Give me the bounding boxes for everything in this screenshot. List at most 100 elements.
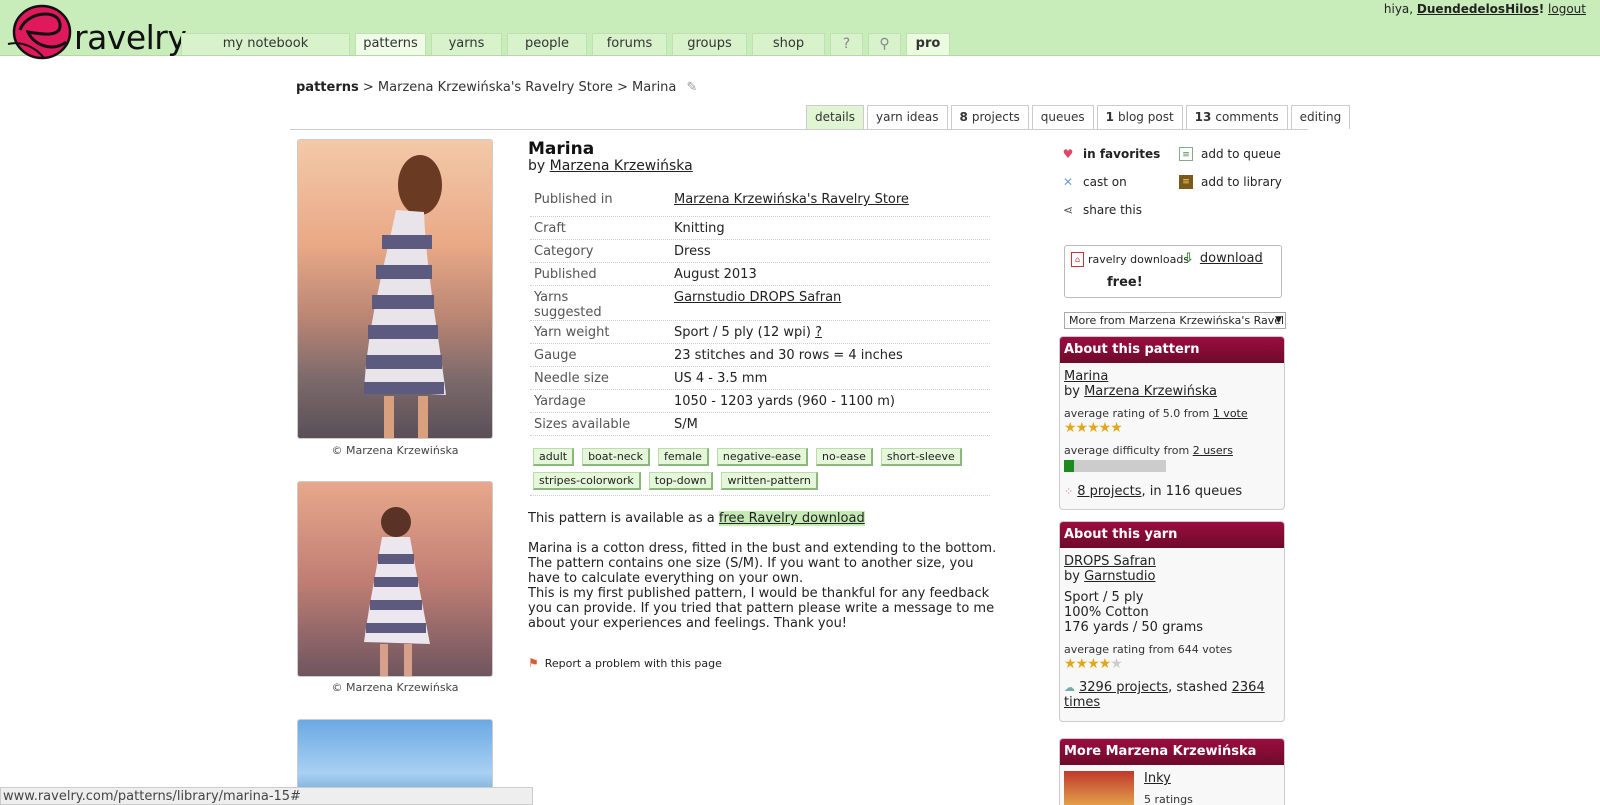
pattern-tags: adult boat-neck female negative-ease no-…: [533, 448, 988, 490]
detail-value-link[interactable]: Garnstudio DROPS Safran: [674, 290, 841, 305]
heart-icon: ♥: [1062, 147, 1074, 161]
yarn-projects: ☁ 3296 projects, stashed 2364 times: [1064, 680, 1280, 710]
tags-divider: [530, 495, 990, 496]
yarn-weight: Sport / 5 ply: [1064, 590, 1144, 605]
tag-adult[interactable]: adult: [533, 448, 575, 466]
description-line: This is my first published pattern, I wo…: [528, 586, 990, 601]
detail-value: 1050 - 1203 yards (960 - 1100 m): [674, 394, 895, 409]
detail-key: Sizes available: [534, 417, 631, 432]
tag-written-pattern[interactable]: written-pattern: [721, 472, 818, 490]
detail-key: Yardage: [534, 394, 586, 409]
pattern-photo-2[interactable]: [297, 481, 493, 677]
queues-text: , in 116 queues: [1141, 484, 1243, 499]
tag-female[interactable]: female: [657, 448, 709, 466]
logout-link[interactable]: logout: [1548, 2, 1586, 16]
breadcrumb-store[interactable]: Marzena Krzewińska's Ravelry Store: [378, 80, 613, 95]
ravelry-logo-icon: [7, 4, 72, 60]
tag-top-down[interactable]: top-down: [648, 472, 714, 490]
more-from-selected: More from Marzena Krzewińska's Ravelry S…: [1069, 314, 1285, 327]
tag-stripes-colorwork[interactable]: stripes-colorwork: [533, 472, 641, 490]
free-download-link[interactable]: free Ravelry download: [718, 511, 865, 526]
designer-link[interactable]: Marzena Krzewińska: [550, 158, 693, 174]
nav-forums[interactable]: forums: [592, 33, 667, 55]
nav-search[interactable]: ⚲: [868, 33, 901, 55]
detail-row: Published August 2013: [530, 263, 990, 286]
about-pattern-author[interactable]: Marzena Krzewińska: [1084, 384, 1217, 399]
yarn-name-link[interactable]: DROPS Safran: [1064, 554, 1280, 569]
tab-label: queues: [1040, 110, 1085, 124]
ravelry-logo[interactable]: ravelry: [4, 0, 187, 60]
tab-details[interactable]: details: [806, 105, 864, 129]
detail-key: Yarn weight: [534, 325, 610, 340]
nav-yarns[interactable]: yarns: [431, 33, 502, 55]
tab-label: projects: [971, 110, 1020, 124]
more-from-heading: More Marzena Krzewińska: [1060, 739, 1284, 765]
tab-label: blog post: [1118, 110, 1174, 124]
yarn-weight-help[interactable]: ?: [815, 325, 822, 340]
tab-projects[interactable]: 8 projects: [950, 105, 1029, 129]
tag-negative-ease[interactable]: negative-ease: [716, 448, 808, 466]
pdf-icon: ⌂: [1071, 252, 1084, 267]
username-link[interactable]: DuendedelosHilos: [1417, 2, 1539, 16]
tab-blog-post[interactable]: 1 blog post: [1096, 105, 1183, 129]
difficulty-bar: [1064, 460, 1166, 472]
tab-comments[interactable]: 13 comments: [1185, 105, 1288, 129]
stashed-times-link[interactable]: times: [1064, 695, 1100, 710]
search-icon: ⚲: [879, 36, 890, 52]
tab-count: 8: [959, 110, 968, 124]
tag-boat-neck[interactable]: boat-neck: [582, 448, 650, 466]
detail-value: US 4 - 3.5 mm: [674, 371, 768, 386]
tab-yarn-ideas[interactable]: yarn ideas: [866, 105, 948, 129]
more-from-item-link[interactable]: Inky: [1144, 771, 1171, 786]
stashed-count-link[interactable]: 2364: [1232, 680, 1265, 695]
add-to-queue-button[interactable]: ≡ add to queue: [1179, 147, 1281, 161]
report-problem-link[interactable]: ⚑ Report a problem with this page: [528, 656, 722, 670]
top-header: ravelry my notebook patterns yarns peopl…: [0, 0, 1600, 60]
tab-count: 13: [1194, 110, 1212, 124]
difficulty-users-link[interactable]: 2 users: [1193, 444, 1233, 457]
about-pattern-name[interactable]: Marina: [1064, 369, 1280, 384]
tab-queues[interactable]: queues: [1031, 105, 1094, 129]
detail-row: Yarn weight Sport / 5 ply (12 wpi) ?: [530, 321, 990, 344]
cast-on-button[interactable]: ✕ cast on: [1061, 175, 1127, 189]
nav-my-notebook[interactable]: my notebook: [181, 33, 350, 55]
detail-value: S/M: [674, 417, 698, 432]
favorites-button[interactable]: ♥ in favorites: [1061, 147, 1161, 161]
nav-help[interactable]: ?: [830, 33, 863, 55]
tab-label: yarn ideas: [875, 110, 939, 124]
nav-patterns[interactable]: patterns: [355, 33, 426, 55]
projects-link[interactable]: 8 projects: [1077, 484, 1141, 499]
description-line: about your experiences and feelings. Tha…: [528, 616, 848, 631]
nav-groups[interactable]: groups: [672, 33, 747, 55]
tab-editing[interactable]: editing: [1290, 105, 1351, 129]
download-box: ⌂ ravelry downloads ⇩ download free!: [1064, 245, 1282, 298]
dress-figure-1: [364, 155, 446, 438]
description-line: you can provide. If you tried that patte…: [528, 601, 995, 616]
add-to-library-button[interactable]: ≡ add to library: [1179, 175, 1282, 189]
more-from-dropdown[interactable]: More from Marzena Krzewińska's Ravelry S…: [1064, 312, 1286, 329]
nav-people[interactable]: people: [507, 33, 587, 55]
detail-value-link[interactable]: Marzena Krzewińska's Ravelry Store: [674, 192, 909, 207]
download-link[interactable]: ⇩ download: [1183, 251, 1263, 266]
pattern-projects: ⁘ 8 projects, in 116 queues: [1064, 484, 1280, 499]
dropdown-caret-icon: ▼: [1275, 315, 1282, 325]
nav-pro[interactable]: pro: [906, 33, 950, 55]
download-price: free!: [1107, 275, 1143, 290]
tag-short-sleeve[interactable]: short-sleeve: [880, 448, 962, 466]
tabs-divider: [290, 129, 1308, 130]
breadcrumb-patterns[interactable]: patterns: [296, 80, 359, 95]
download-label: download: [1199, 251, 1263, 266]
nav-shop[interactable]: shop: [752, 33, 825, 55]
by-label: by: [528, 158, 546, 174]
yarn-brand-link[interactable]: Garnstudio: [1084, 569, 1155, 584]
rating-votes-link[interactable]: 1 vote: [1213, 407, 1248, 420]
about-yarn-heading: About this yarn: [1060, 522, 1284, 548]
yarn-projects-link[interactable]: 3296 projects: [1079, 680, 1168, 695]
share-button[interactable]: ⋖ share this: [1061, 203, 1142, 217]
edit-pencil-icon[interactable]: ✎: [687, 80, 698, 95]
tag-no-ease[interactable]: no-ease: [816, 448, 873, 466]
pattern-photo-1[interactable]: [297, 139, 493, 439]
more-from-thumbnail[interactable]: [1064, 771, 1134, 805]
flag-icon: ⚑: [528, 656, 539, 670]
description-line: Marina is a cotton dress, fitted in the …: [528, 541, 997, 556]
